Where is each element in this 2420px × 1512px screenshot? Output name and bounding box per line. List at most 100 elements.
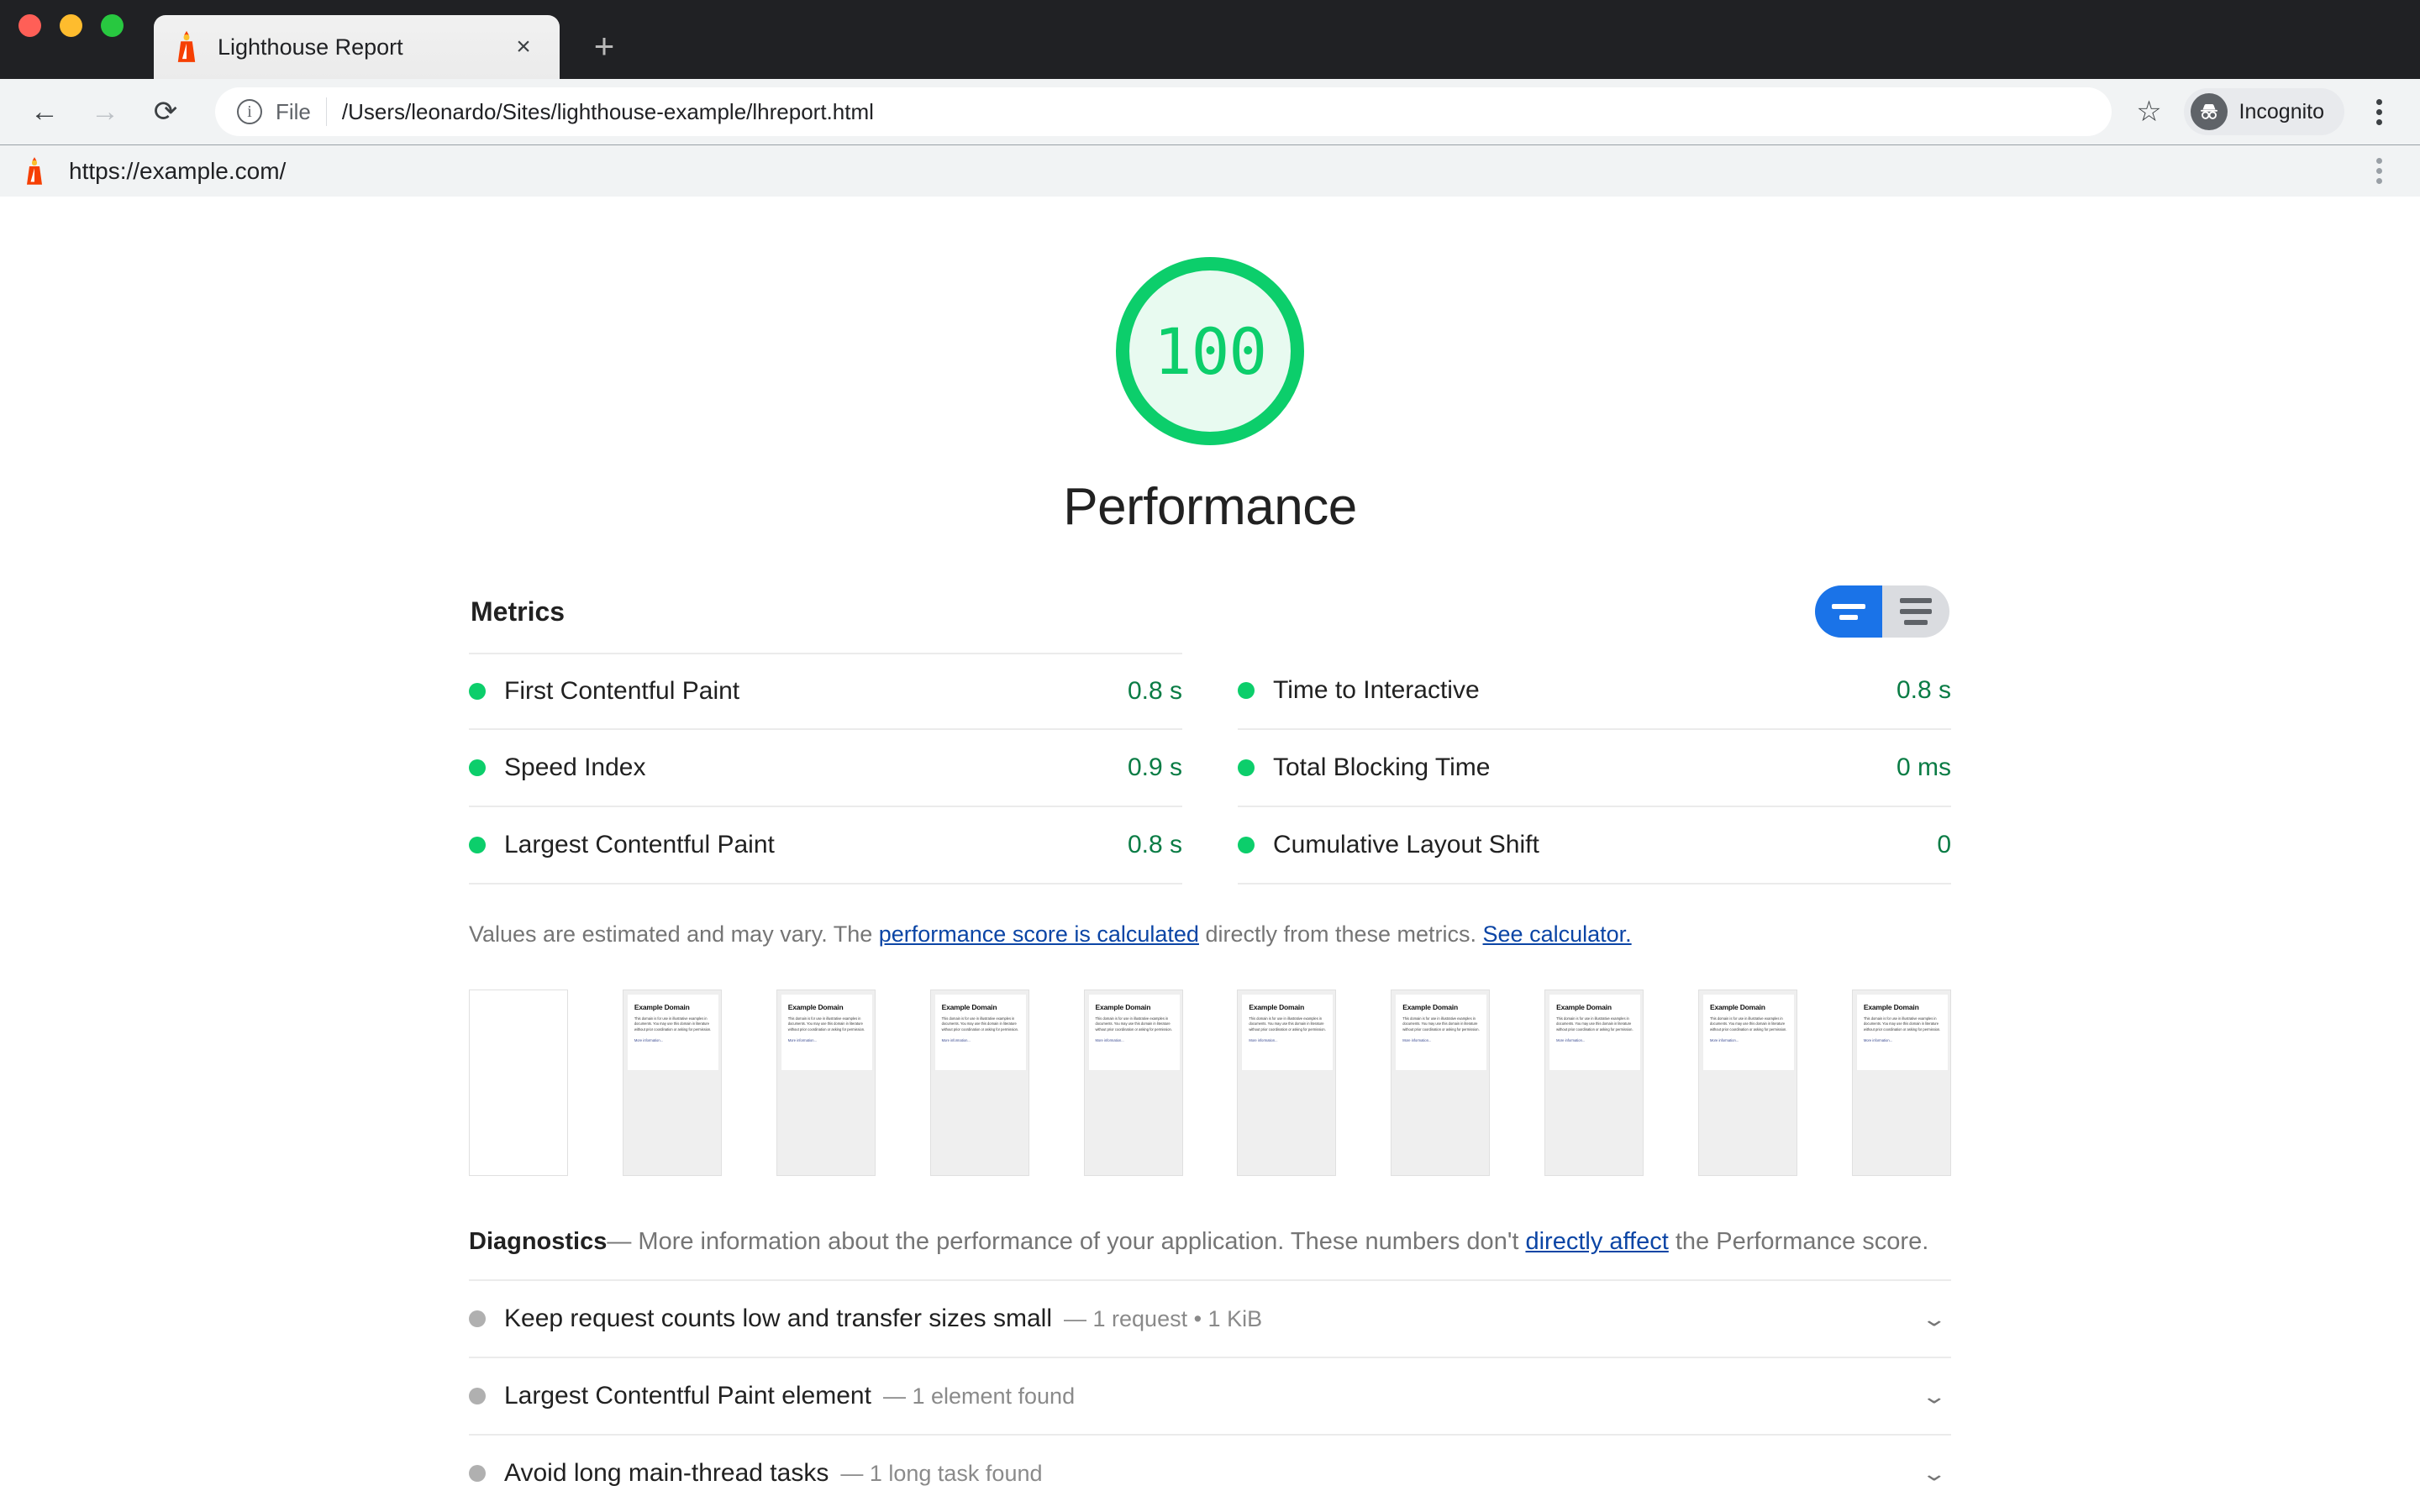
filmstrip-thumbnail: Example Domain This domain is for use in … (1237, 990, 1337, 1177)
metric-value: 0.8 s (1127, 677, 1182, 705)
lighthouse-header-bar: https://example.com/ (0, 144, 2420, 197)
metric-name: Speed Index (504, 753, 646, 781)
metrics-disclaimer: Values are estimated and may vary. The p… (469, 918, 1951, 951)
thumbnail-paragraph: This domain is for use in illustrative e… (1095, 1016, 1172, 1032)
minimize-window-button[interactable] (60, 13, 82, 37)
metric-row[interactable]: Cumulative Layout Shift 0 (1238, 807, 1951, 885)
chevron-down-icon[interactable]: ⌄ (1910, 1383, 1959, 1408)
thumbnail-link: More information... (1863, 1038, 1893, 1043)
metric-row[interactable]: First Contentful Paint 0.8 s (469, 653, 1182, 730)
metric-pass-dot-icon (469, 837, 486, 853)
report-menu-button[interactable] (2356, 158, 2402, 184)
thumbnail-link: More information... (1710, 1038, 1739, 1043)
thumbnail-heading: Example Domain (1095, 1003, 1151, 1012)
thumbnail-page-card: Example Domain This domain is for use in … (934, 994, 1027, 1072)
filmstrip-thumbnail: Example Domain This domain is for use in … (1851, 990, 1951, 1177)
bookmark-star-icon[interactable]: ☆ (2127, 95, 2172, 129)
thumbnail-viewport: Example Domain This domain is for use in … (1084, 990, 1182, 1176)
metric-pass-dot-icon (469, 759, 486, 776)
thumbnail-heading: Example Domain (941, 1003, 997, 1012)
metrics-view-toggle[interactable] (1815, 585, 1949, 638)
diagnostic-detail: 1 request • 1 KiB (1092, 1305, 1263, 1331)
thumbnail-link: More information... (1095, 1038, 1124, 1043)
toggle-simple-view[interactable] (1815, 585, 1882, 638)
metric-pass-dot-icon (1238, 837, 1255, 853)
diagnostic-detail: 1 long task found (869, 1460, 1043, 1486)
address-bar[interactable]: i File /Users/leonardo/Sites/lighthouse-… (215, 87, 2112, 136)
thumbnail-paragraph: This domain is for use in illustrative e… (941, 1016, 1019, 1032)
informative-dot-icon (469, 1388, 486, 1405)
chevron-down-icon[interactable]: ⌄ (1910, 1461, 1959, 1485)
thumbnail-page-card: Example Domain This domain is for use in … (1549, 994, 1642, 1072)
directly-affect-link[interactable]: directly affect (1525, 1228, 1668, 1255)
address-divider (325, 97, 327, 126)
thumbnail-viewport: Example Domain This domain is for use in … (1852, 990, 1950, 1176)
thumbnail-link: More information... (787, 1038, 817, 1043)
diagnostic-row[interactable]: Avoid long main-thread tasks — 1 long ta… (469, 1434, 1951, 1511)
metrics-heading: Metrics (471, 596, 566, 627)
thumbnail-heading: Example Domain (1556, 1003, 1612, 1012)
thumbnail-link: More information... (1402, 1038, 1432, 1043)
informative-dot-icon (469, 1310, 486, 1328)
diagnostic-title: Avoid long main-thread tasks (504, 1459, 829, 1488)
performance-score-link[interactable]: performance score is calculated (879, 921, 1199, 947)
performance-score-value: 100 (1153, 313, 1267, 389)
metric-name: First Contentful Paint (504, 677, 740, 705)
incognito-profile-chip[interactable]: Incognito (2183, 88, 2344, 135)
metric-value: 0 ms (1896, 753, 1951, 781)
browser-menu-button[interactable] (2356, 98, 2402, 125)
metric-row[interactable]: Total Blocking Time 0 ms (1238, 730, 1951, 807)
lighthouse-report-page: 100 Performance Metrics First Contentful… (0, 197, 2420, 1512)
metric-name: Cumulative Layout Shift (1273, 831, 1539, 858)
diagnostic-title: Keep request counts low and transfer siz… (504, 1305, 1052, 1333)
filmstrip: Example Domain This domain is for use in … (469, 990, 1951, 1177)
close-window-button[interactable] (18, 13, 41, 37)
new-tab-button[interactable]: + (578, 20, 630, 72)
page-title: Performance (1063, 478, 1357, 536)
metric-pass-dot-icon (1238, 759, 1255, 776)
thumbnail-link: More information... (634, 1038, 664, 1043)
see-calculator-link[interactable]: See calculator. (1483, 921, 1632, 947)
thumbnail-viewport: Example Domain This domain is for use in … (623, 990, 721, 1176)
maximize-window-button[interactable] (101, 13, 124, 37)
reload-button[interactable]: ⟳ (139, 86, 192, 138)
thumbnail-page-card: Example Domain This domain is for use in … (1087, 994, 1181, 1072)
audited-url: https://example.com/ (69, 157, 287, 184)
filmstrip-thumbnail: Example Domain This domain is for use in … (1083, 990, 1183, 1177)
thumbnail-link: More information... (1249, 1038, 1278, 1043)
metric-value: 0 (1937, 831, 1951, 858)
diagnostic-subtitle: — 1 long task found (840, 1461, 1918, 1487)
diagnostic-row[interactable]: Largest Contentful Paint element — 1 ele… (469, 1357, 1951, 1434)
browser-window: Lighthouse Report × + ← → ⟳ i File /User… (0, 0, 2420, 1512)
performance-gauge[interactable]: 100 (1116, 257, 1304, 445)
thumbnail-viewport: Example Domain This domain is for use in … (1238, 990, 1336, 1176)
back-button[interactable]: ← (18, 86, 71, 138)
disclaimer-text-1: Values are estimated and may vary. The (469, 921, 879, 947)
close-tab-button[interactable]: × (506, 29, 541, 65)
metric-row[interactable]: Time to Interactive 0.8 s (1238, 653, 1951, 730)
tab-lighthouse-report[interactable]: Lighthouse Report × (154, 15, 560, 79)
metric-row[interactable]: Largest Contentful Paint 0.8 s (469, 807, 1182, 885)
site-info-icon[interactable]: i (237, 99, 262, 124)
incognito-icon (2190, 93, 2228, 130)
thumbnail-viewport: Example Domain This domain is for use in … (776, 990, 875, 1176)
metric-row[interactable]: Speed Index 0.9 s (469, 730, 1182, 807)
filmstrip-thumbnail: Example Domain This domain is for use in … (1698, 990, 1797, 1177)
thumbnail-viewport: Example Domain This domain is for use in … (1545, 990, 1644, 1176)
filmstrip-thumbnail: Example Domain This domain is for use in … (1544, 990, 1644, 1177)
metric-pass-dot-icon (1238, 682, 1255, 699)
tab-title: Lighthouse Report (218, 34, 403, 60)
address-scheme-label: File (276, 98, 311, 124)
diagnostic-detail: 1 element found (912, 1383, 1076, 1409)
filmstrip-thumbnail: Example Domain This domain is for use in … (776, 990, 876, 1177)
diagnostic-row[interactable]: Keep request counts low and transfer siz… (469, 1279, 1951, 1357)
metric-name: Total Blocking Time (1273, 753, 1491, 781)
chevron-down-icon[interactable]: ⌄ (1910, 1306, 1959, 1331)
thumbnail-page-card: Example Domain This domain is for use in … (1702, 994, 1795, 1072)
thumbnail-paragraph: This domain is for use in illustrative e… (1863, 1016, 1941, 1032)
thumbnail-paragraph: This domain is for use in illustrative e… (1556, 1016, 1634, 1032)
thumbnail-link: More information... (1556, 1038, 1586, 1043)
metric-value: 0.8 s (1896, 676, 1951, 704)
forward-button[interactable]: → (79, 86, 131, 138)
toggle-expanded-view[interactable] (1882, 585, 1949, 638)
